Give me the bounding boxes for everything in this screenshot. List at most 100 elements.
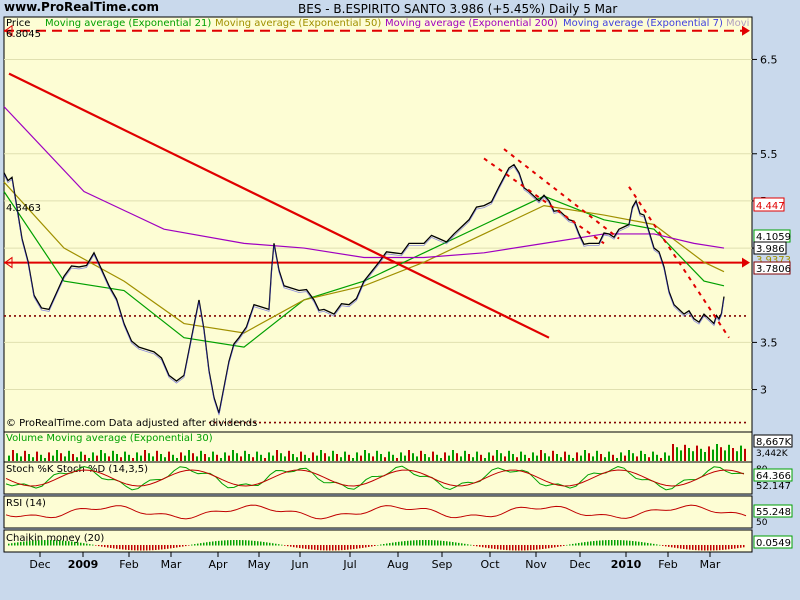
chaikin-bar [536,545,538,550]
time-axis: Dec 2009 Feb Mar Apr May Jun Jul Aug Sep Oct Nov Dec… [29,552,721,571]
chaikin-bar [254,540,256,546]
chaikin-bar [422,540,424,546]
x-tick-label: Feb [658,558,677,571]
chaikin-bar [521,545,523,551]
chaikin-bar [611,540,613,546]
chaikin-bar [614,540,616,546]
chaikin-bar [698,545,700,551]
chaikin-bar [284,545,286,546]
price-axis: 6.55.554.53.53 [752,53,778,397]
volume-bar [548,456,550,461]
volume-bar [700,448,702,461]
volume-bar [256,451,258,461]
chaikin-bar [548,545,550,549]
volume-bar [80,451,82,461]
legend-ema200: Moving average (Exponential 200) [385,18,558,29]
chaikin-bar [308,545,310,550]
volume-bar [500,453,502,461]
chaikin-bar [65,540,67,546]
chaikin-bar [131,545,133,551]
volume-bar [160,454,162,461]
volume-bar [152,456,154,461]
chaikin-bar [182,545,184,547]
volume-bar [104,453,106,461]
x-tick-label: Mar [161,558,182,571]
chaikin-bar [515,545,517,551]
chaikin-bar [437,540,439,546]
chaikin-bar [152,545,154,551]
chaikin-bar [122,545,124,550]
level-label-high: 6.8045 [6,29,41,40]
chaikin-bar [728,545,730,550]
volume-bar [288,450,290,461]
volume-bar [120,457,122,461]
chaikin-bar [272,543,274,546]
chaikin-bar [404,541,406,546]
volume-bar [304,454,306,461]
volume-bar [408,450,410,461]
volume-bar [244,450,246,461]
volume-bar [728,444,730,461]
volume-bar [404,455,406,461]
volume-bar [204,454,206,461]
chaikin-bar [401,541,403,546]
chaikin-bar [230,540,232,546]
legend-ema7: Moving average (Exponential 7) [563,18,723,29]
volume-bar [292,454,294,461]
chaikin-bar [473,545,475,546]
chaikin-bar [89,544,91,546]
chaikin-bar [50,540,52,546]
chaikin-bar [341,545,343,551]
price-panel [3,16,753,433]
volume-bar [448,455,450,461]
volume-bar [540,450,542,461]
x-tick-label: Sep [432,558,453,571]
chaikin-bar [428,540,430,546]
chaikin-bar [545,545,547,549]
volume-bar [420,450,422,461]
chaikin-bar [734,545,736,549]
chaikin-bar [218,540,220,546]
chaikin-bar [671,545,673,548]
volume-bar [28,454,30,461]
chaikin-bar [62,540,64,546]
chaikin-bar [257,541,259,546]
chaikin-bar [617,540,619,546]
chaikin-bar [170,545,172,549]
volume-bar [312,452,314,461]
volume-bar [360,455,362,461]
volume-bar [600,454,602,461]
volume-bar [156,450,158,461]
volume-bar [556,454,558,461]
chaikin-bar [92,544,94,546]
chaikin-bar [461,543,463,546]
x-tick-label: Nov [525,558,547,571]
chaikin-bar [413,540,415,546]
volume-bar [64,456,66,461]
volume-panel: Volume Moving average (Exponential 30) 8… [3,431,793,463]
chaikin-bar [740,545,742,548]
chaikin-bar [362,545,364,548]
chaikin-bar [449,541,451,546]
chaikin-bar [725,545,727,550]
chaikin-bar [731,545,733,549]
chaikin-bar [371,545,373,547]
chaikin-bar [656,544,658,546]
chaikin-bar [692,545,694,550]
chaikin-bar [608,540,610,546]
chaikin-bar [491,545,493,549]
chaikin-bar [569,544,571,546]
volume-bar [352,458,354,461]
chaikin-bar [278,544,280,546]
volume-bar [348,454,350,461]
chaikin-bar [260,541,262,546]
chaikin-bar [296,545,298,548]
chaikin-bar [383,544,385,546]
volume-bar [520,451,522,461]
x-tick-label: Aug [387,558,408,571]
volume-bar [272,455,274,461]
chaikin-bar [599,540,601,546]
chaikin-bar [677,545,679,549]
volume-bar [464,450,466,461]
volume-bar [712,449,714,461]
